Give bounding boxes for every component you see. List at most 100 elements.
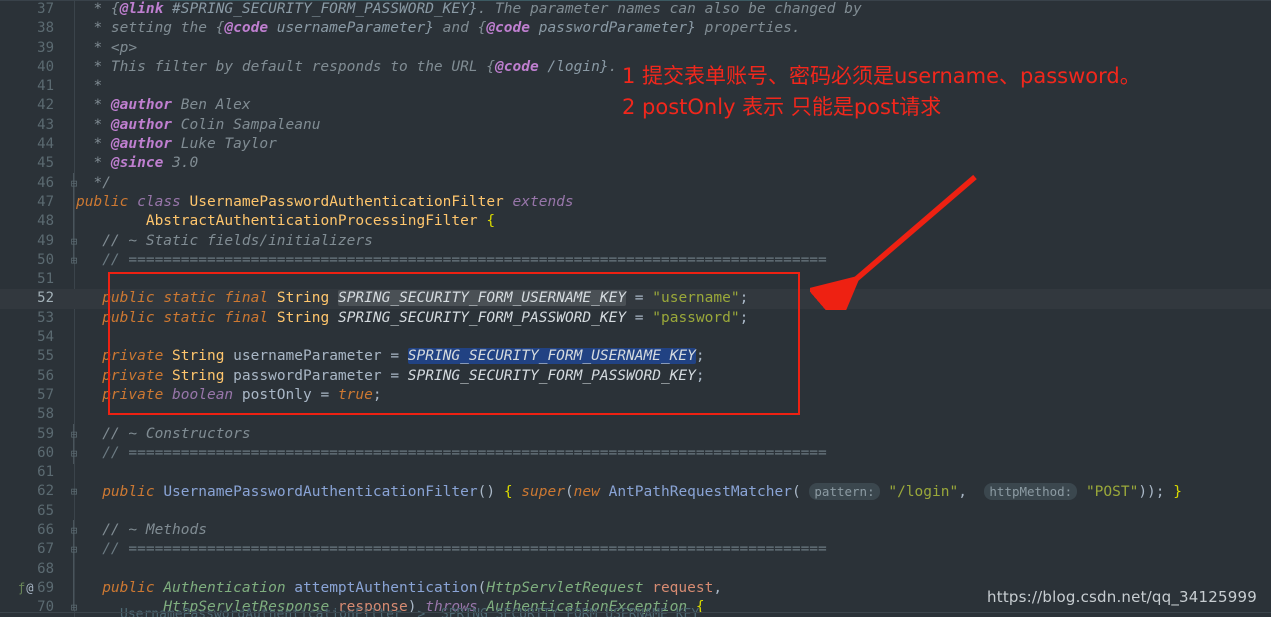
gutter-marks [18,289,62,308]
code-editor[interactable]: 37 * {@link #SPRING_SECURITY_FORM_PASSWO… [0,0,1271,617]
code-line[interactable]: 48 AbstractAuthenticationProcessingFilte… [0,212,1271,231]
gutter-marks [18,96,62,115]
superclass-name: AbstractAuthenticationProcessingFilter [145,213,478,230]
constant-ref-username-key: SPRING_SECURITY_FORM_USERNAME_KEY [407,348,696,365]
annotation-note-2: 2 postOnly 表示 只能是post请求 [622,95,942,119]
comment-divider: // =====================================… [102,444,827,461]
gutter-marks [18,232,62,251]
code-text: // ~ Constructors [76,425,1271,444]
code-line[interactable]: 62 ⊞ public UsernamePasswordAuthenticati… [0,482,1271,501]
code-line[interactable]: 61 [0,463,1271,482]
javadoc-author-tag: @author [110,116,173,133]
constructor-name: UsernamePasswordAuthenticationFilter [163,484,478,501]
gutter-marks [18,347,62,366]
gutter-marks [18,309,62,328]
code-line[interactable]: 65 [0,502,1271,521]
comment-divider: // =====================================… [102,541,827,558]
code-line[interactable]: 47 public class UsernamePasswordAuthenti… [0,193,1271,212]
watermark-rule [0,612,1271,613]
param-hint-pattern: pattern: [809,483,880,501]
gutter-marks [18,39,62,58]
gutter-marks [18,251,62,270]
code-line[interactable]: 44 * @author Luke Taylor [0,135,1271,154]
code-line[interactable]: 59 ⊟ // ~ Constructors [0,425,1271,444]
annotation-arrow [810,174,977,310]
annotation-note-1: 1 提交表单账号、密码必须是username、password。 [622,64,1141,88]
return-type: Authentication [163,579,286,596]
code-text: */ [76,174,111,191]
gutter-marks [18,19,62,38]
code-text: public static final String SPRING_SECURI… [102,309,749,326]
string-password: "password" [652,309,740,326]
code-text: private boolean postOnly = true; [102,386,382,403]
code-line[interactable]: 45 * @since 3.0 [0,154,1271,173]
matcher-class: AntPathRequestMatcher [608,484,792,501]
code-line[interactable]: 50 ⊟ // ================================… [0,251,1271,270]
comment-constructors: // ~ Constructors [102,425,251,442]
param-type-request: HttpServletRequest [486,579,644,596]
param-hint-httpmethod: httpMethod: [984,483,1078,501]
gutter-marks [18,405,62,424]
code-text: // =====================================… [76,251,1271,270]
gutter-marks [18,560,62,579]
code-text: private String passwordParameter = SPRIN… [102,367,705,384]
constant-username-key: SPRING_SECURITY_FORM_USERNAME_KEY [337,290,627,307]
gutter-marks-override[interactable]: ƒ@ [18,579,62,598]
code-text: * {@link #SPRING_SECURITY_FORM_PASSWORD_… [76,1,862,17]
code-line[interactable]: 60 ⊟ // ================================… [0,444,1271,463]
code-line[interactable]: 38 * setting the {@code usernameParamete… [0,19,1271,38]
gutter-marks [18,521,62,540]
code-line[interactable]: 49 ⊟ // ~ Static fields/initializers [0,232,1271,251]
gutter-marks [18,154,62,173]
code-line[interactable]: 37 * {@link #SPRING_SECURITY_FORM_PASSWO… [0,0,1271,19]
gutter-marks [18,193,62,212]
code-line[interactable]: 51 [0,270,1271,289]
method-name: attemptAuthentication [294,579,478,596]
code-text: // =====================================… [76,444,1271,463]
param-request: request [652,579,714,596]
string-username: "username" [652,290,740,307]
javadoc-version: 3.0 [172,155,199,172]
code-line[interactable]: 53 public static final String SPRING_SEC… [0,309,1271,328]
code-text: * <p> [76,39,138,56]
string-login-path: "/login" [888,484,959,501]
code-line-current[interactable]: 52 public static final String SPRING_SEC… [0,289,1271,309]
code-text: public UsernamePasswordAuthenticationFil… [102,483,1182,501]
gutter-marks [18,540,62,559]
field-post-only: postOnly [241,386,312,403]
javadoc-author-tag: @author [110,136,173,153]
code-line[interactable]: 56 private String passwordParameter = SP… [0,367,1271,386]
code-line[interactable]: 57 private boolean postOnly = true; [0,386,1271,405]
gutter-marks [18,328,62,347]
gutter-marks [18,367,62,386]
class-name: UsernamePasswordAuthenticationFilter [189,193,504,210]
gutter-marks [18,482,62,501]
gutter-marks [18,444,62,463]
gutter-marks [18,502,62,521]
code-text: public static final String SPRING_SECURI… [102,290,749,307]
code-line[interactable]: 68 [0,560,1271,579]
code-line[interactable]: 67 ⊟ // ================================… [0,540,1271,559]
code-text: // ~ Static fields/initializers [76,232,1271,251]
code-line[interactable]: 58 [0,405,1271,424]
code-line[interactable]: 66 ⊟ // ~ Methods [0,521,1271,540]
javadoc-since-tag: @since [110,155,164,172]
gutter-marks [18,135,62,154]
code-line[interactable]: 46 ⊟ */ [0,174,1271,193]
comment-static-fields: // ~ Static fields/initializers [102,232,373,249]
gutter-marks [18,0,62,19]
code-line[interactable]: 55 private String usernameParameter = SP… [0,347,1271,366]
code-line[interactable]: 54 [0,328,1271,347]
code-text: * setting the {@code usernameParameter} … [76,20,801,37]
code-text: // =====================================… [76,540,1271,559]
field-password-parameter: passwordParameter [233,367,382,384]
gutter-marks [18,116,62,135]
comment-methods: // ~ Methods [102,522,207,539]
code-text: // ~ Methods [76,521,1271,540]
gutter-marks [18,174,62,193]
code-line[interactable]: 39 * <p> [0,39,1271,58]
